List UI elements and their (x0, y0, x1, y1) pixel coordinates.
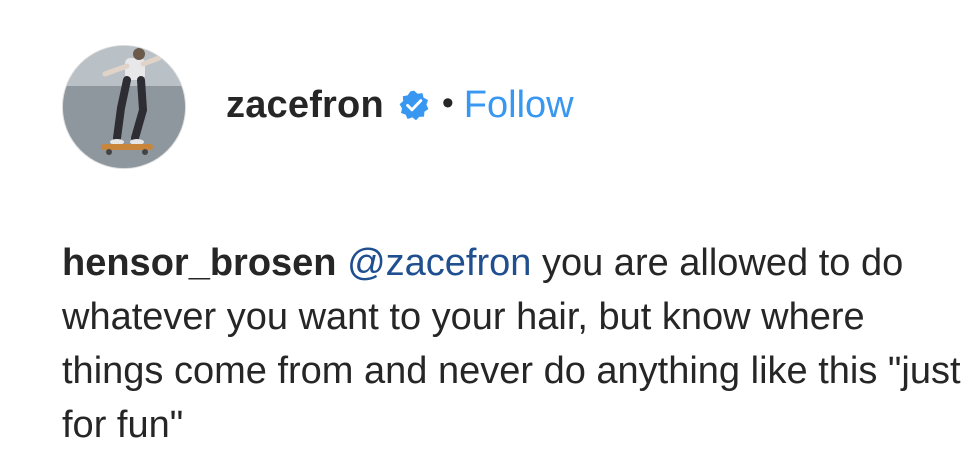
separator-dot: • (441, 84, 454, 122)
post-header: zacefron • Follow (62, 44, 574, 170)
username-link[interactable]: zacefron (226, 84, 384, 127)
comment: hensor_brosen @zacefron you are allowed … (62, 236, 962, 452)
avatar[interactable] (62, 45, 186, 169)
avatar-image (63, 46, 185, 168)
follow-button[interactable]: Follow (464, 84, 574, 127)
comment-author[interactable]: hensor_brosen (62, 242, 337, 284)
verified-badge-icon (398, 89, 430, 121)
comment-mention[interactable]: @zacefron (347, 242, 531, 284)
user-info: zacefron • Follow (226, 84, 574, 127)
